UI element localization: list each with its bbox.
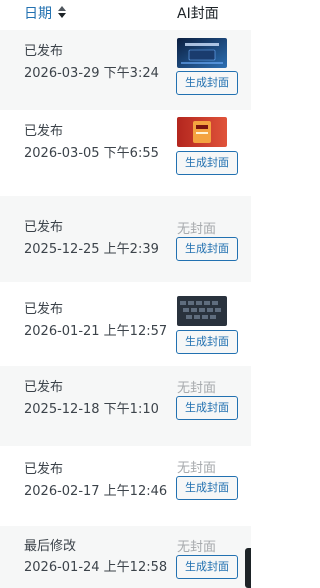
generate-cover-button[interactable]: 生成封面 [176,237,238,261]
no-cover-label: 无封面 [177,222,217,237]
table-row: 已发布 2026-03-05 下午6:55 生成封面 [0,110,251,196]
scrollbar-thumb[interactable] [245,548,251,588]
post-status: 已发布 [24,44,64,59]
post-status: 已发布 [24,124,64,139]
table-header: 日期 AI封面 [0,0,251,30]
post-time: 2025-12-18 下午1:10 [24,402,159,417]
post-status: 最后修改 [24,539,77,554]
table-row: 已发布 2026-02-17 上午12:46 无封面 生成封面 [0,446,251,526]
generate-cover-button[interactable]: 生成封面 [176,330,238,354]
post-status: 已发布 [24,380,64,395]
generate-cover-button[interactable]: 生成封面 [176,476,238,500]
generate-cover-button[interactable]: 生成封面 [176,151,238,175]
cover-thumbnail[interactable] [177,117,227,147]
column-header-ai-cover: AI封面 [177,6,219,22]
post-time: 2026-01-21 上午12:57 [24,324,168,339]
post-status: 已发布 [24,462,64,477]
post-time: 2026-01-24 上午12:58 [24,560,168,575]
table-row: 最后修改 2026-01-24 上午12:58 无封面 生成封面 [0,526,251,588]
generate-cover-button[interactable]: 生成封面 [176,71,238,95]
generate-cover-button[interactable]: 生成封面 [176,555,238,579]
table-row: 已发布 2025-12-18 下午1:10 无封面 生成封面 [0,366,251,446]
post-time: 2026-03-29 下午3:24 [24,66,159,81]
no-cover-label: 无封面 [177,381,217,396]
sort-icon[interactable] [57,5,67,19]
table-row: 已发布 2026-03-29 下午3:24 生成封面 [0,30,251,110]
post-status: 已发布 [24,220,64,235]
post-time: 2026-02-17 上午12:46 [24,484,168,499]
no-cover-label: 无封面 [177,540,217,555]
post-time: 2026-03-05 下午6:55 [24,146,159,161]
no-cover-label: 无封面 [177,461,217,476]
generate-cover-button[interactable]: 生成封面 [176,396,238,420]
table-row: 已发布 2026-01-21 上午12:57 生成封面 [0,282,251,366]
column-header-date[interactable]: 日期 [24,3,52,23]
cover-thumbnail[interactable] [177,38,227,68]
cover-thumbnail[interactable] [177,296,227,326]
post-time: 2025-12-25 上午2:39 [24,242,159,257]
table-row: 已发布 2025-12-25 上午2:39 无封面 生成封面 [0,196,251,282]
post-status: 已发布 [24,302,64,317]
